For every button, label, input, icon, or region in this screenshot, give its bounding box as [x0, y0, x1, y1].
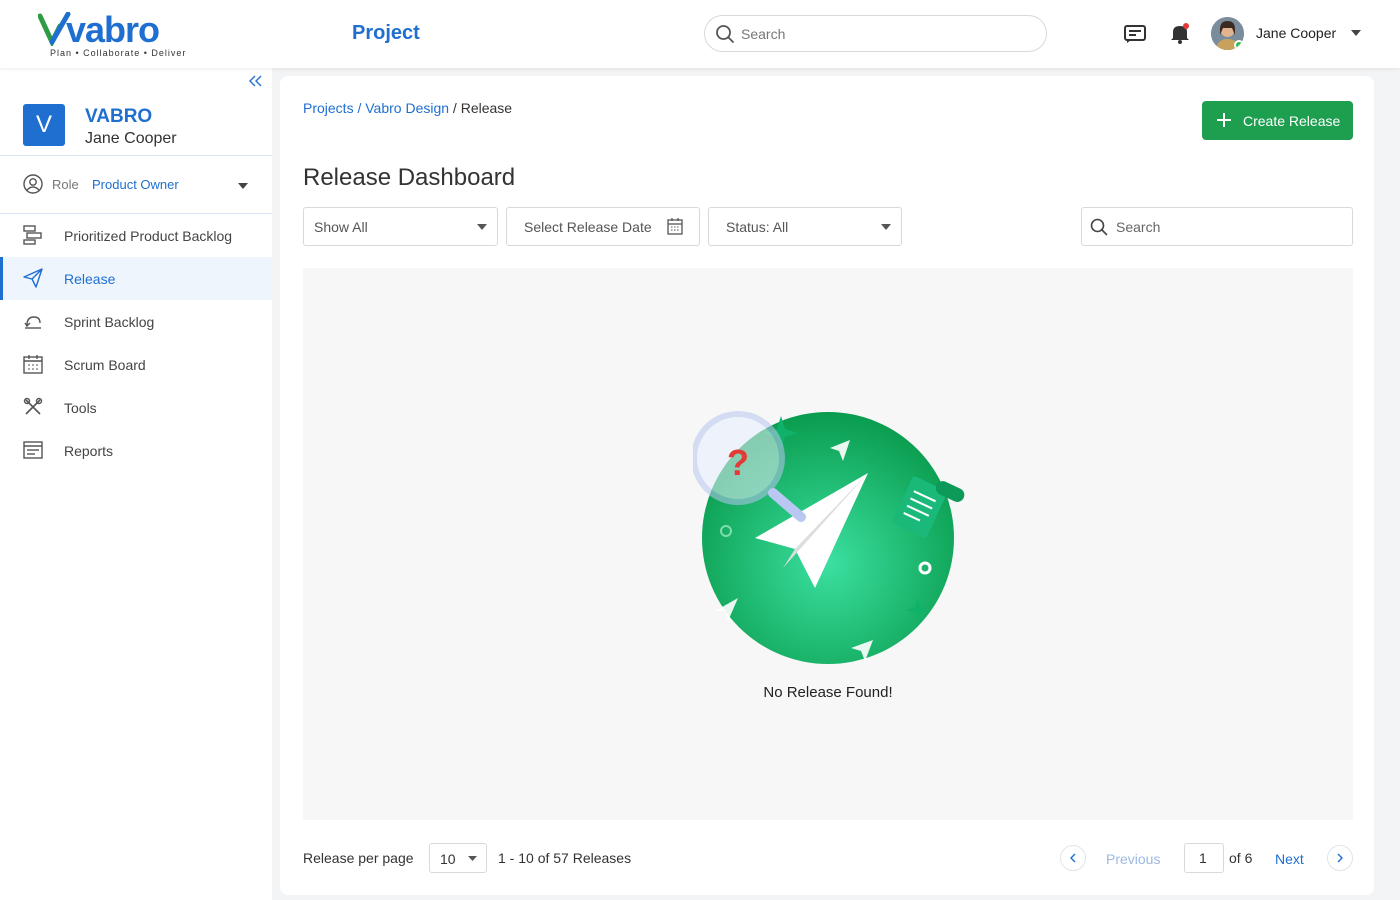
- send-icon: [23, 268, 43, 288]
- release-search[interactable]: [1081, 207, 1353, 246]
- per-page-select[interactable]: 10: [429, 843, 487, 873]
- global-search-input[interactable]: [741, 22, 1031, 46]
- sidebar-item-label: Prioritized Product Backlog: [64, 228, 233, 244]
- empty-state-message: No Release Found!: [763, 684, 893, 701]
- breadcrumb-separator: /: [353, 100, 366, 116]
- plus-icon: [1217, 113, 1231, 127]
- workspace-name: VABRO: [85, 106, 153, 127]
- reports-icon: [23, 441, 43, 459]
- chevron-down-icon[interactable]: [1351, 30, 1361, 36]
- collapse-sidebar-icon[interactable]: [247, 74, 263, 88]
- page-title: Release Dashboard: [303, 164, 516, 191]
- tools-icon: [23, 397, 43, 415]
- calendar-icon: [667, 218, 683, 235]
- sidebar-item-label: Scrum Board: [64, 357, 146, 373]
- sidebar-item-tools[interactable]: Tools: [0, 386, 272, 429]
- release-date-picker[interactable]: Select Release Date: [506, 207, 700, 246]
- per-page-label: Release per page: [303, 850, 414, 866]
- next-page-link[interactable]: Next: [1275, 851, 1304, 867]
- sidebar-item-release[interactable]: Release: [0, 257, 272, 300]
- pagination-range: 1 - 10 of 57 Releases: [498, 850, 632, 866]
- svg-text:?: ?: [727, 442, 749, 483]
- workspace-card[interactable]: V VABRO Jane Cooper: [0, 100, 272, 156]
- show-filter-value: Show All: [314, 219, 368, 235]
- breadcrumb: Projects / Vabro Design / Release: [303, 100, 512, 116]
- breadcrumb-separator: /: [449, 100, 461, 116]
- global-search[interactable]: [704, 15, 1047, 52]
- sidebar-nav: Prioritized Product Backlog Release Spri…: [0, 214, 272, 472]
- sidebar-item-prioritized-product-backlog[interactable]: Prioritized Product Backlog: [0, 214, 272, 257]
- user-name[interactable]: Jane Cooper: [1256, 25, 1336, 41]
- role-label: Role: [52, 177, 79, 192]
- show-filter-dropdown[interactable]: Show All: [303, 207, 498, 246]
- search-icon: [1090, 218, 1108, 236]
- next-page-button[interactable]: [1327, 845, 1353, 871]
- breadcrumb-project-link[interactable]: Vabro Design: [365, 100, 449, 116]
- status-filter-dropdown[interactable]: Status: All: [708, 207, 902, 246]
- breadcrumb-projects-link[interactable]: Projects: [303, 100, 354, 116]
- online-status-dot: [1234, 40, 1244, 50]
- no-release-illustration: ?: [693, 411, 965, 664]
- chevron-left-icon: [1070, 853, 1076, 863]
- workspace-user: Jane Cooper: [85, 130, 177, 147]
- release-date-value: Select Release Date: [524, 219, 652, 235]
- role-value[interactable]: Product Owner: [92, 177, 179, 192]
- user-circle-icon: [23, 174, 43, 194]
- logo-tagline: Plan • Collaborate • Deliver: [50, 48, 187, 58]
- chevron-down-icon: [881, 224, 891, 230]
- message-icon[interactable]: [1124, 24, 1146, 44]
- sprint-icon: [24, 316, 41, 329]
- page-total: of 6: [1229, 850, 1253, 866]
- logo-wordmark: vabro: [66, 9, 160, 50]
- search-icon: [716, 25, 734, 43]
- empty-state: ? No Release Found!: [303, 268, 1353, 820]
- workspace-badge: V: [23, 104, 65, 146]
- breadcrumb-current: Release: [460, 100, 513, 116]
- main-content: Projects / Vabro Design / Release Create…: [280, 76, 1374, 895]
- role-selector[interactable]: Role Product Owner: [0, 157, 272, 214]
- chevron-down-icon: [477, 224, 487, 230]
- page-heading: Project: [352, 22, 420, 44]
- release-search-input[interactable]: [1116, 216, 1341, 238]
- sidebar-item-reports[interactable]: Reports: [0, 429, 272, 472]
- sidebar-item-scrum-board[interactable]: Scrum Board: [0, 343, 272, 386]
- backlog-icon: [23, 225, 42, 245]
- previous-page-button[interactable]: [1060, 845, 1086, 871]
- calendar-icon: [23, 355, 43, 374]
- chevron-right-icon: [1337, 853, 1343, 863]
- user-avatar[interactable]: [1211, 17, 1244, 50]
- create-release-label: Create Release: [1243, 113, 1341, 129]
- previous-page-link[interactable]: Previous: [1106, 851, 1160, 867]
- sidebar: V VABRO Jane Cooper Role Product Owner P…: [0, 68, 272, 900]
- top-bar: vabro Plan • Collaborate • Deliver Proje…: [0, 0, 1400, 68]
- chevron-down-icon[interactable]: [238, 183, 248, 189]
- current-page-input[interactable]: [1184, 843, 1224, 873]
- status-filter-value: Status: All: [726, 219, 789, 235]
- sidebar-item-label: Tools: [64, 400, 97, 416]
- sidebar-item-label: Release: [64, 271, 116, 287]
- chevron-down-icon: [468, 856, 477, 861]
- sidebar-item-sprint-backlog[interactable]: Sprint Backlog: [0, 300, 272, 343]
- vabro-logo[interactable]: vabro Plan • Collaborate • Deliver: [38, 10, 188, 60]
- per-page-value: 10: [440, 851, 456, 867]
- sidebar-item-label: Reports: [64, 443, 114, 459]
- notification-bell-icon[interactable]: [1170, 22, 1190, 44]
- create-release-button[interactable]: Create Release: [1202, 101, 1353, 140]
- sidebar-item-label: Sprint Backlog: [64, 314, 155, 330]
